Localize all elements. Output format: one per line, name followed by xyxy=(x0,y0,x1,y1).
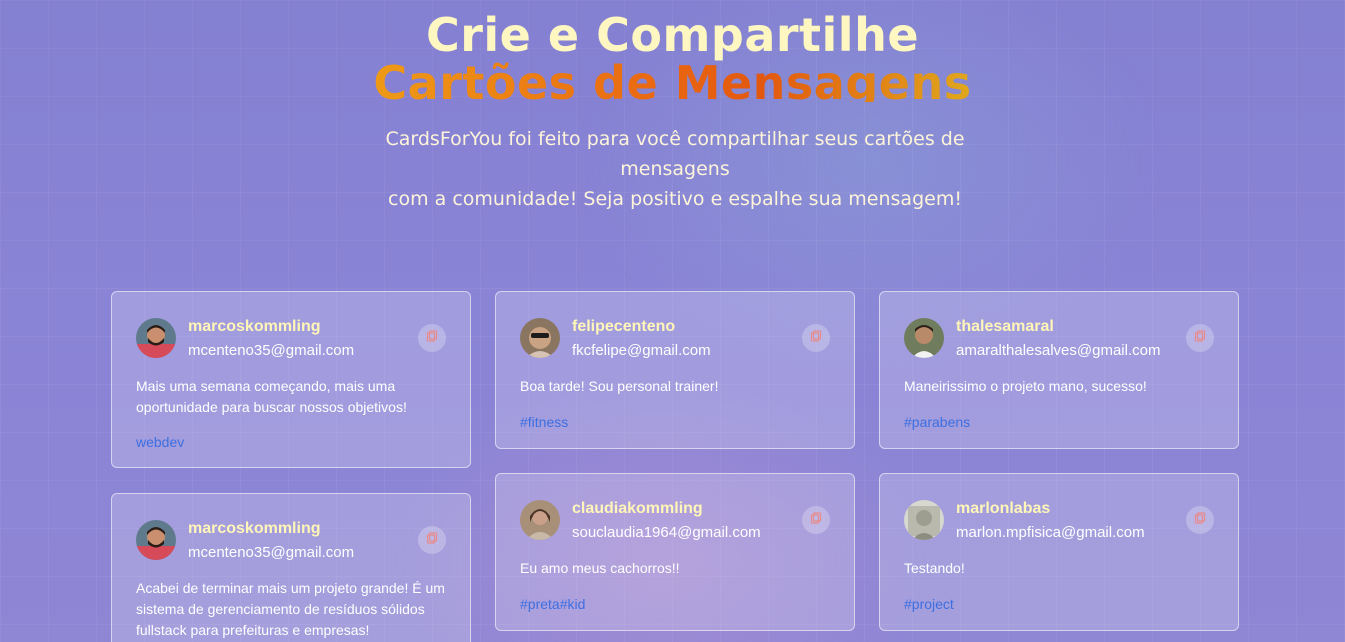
copy-button[interactable] xyxy=(1186,506,1214,534)
avatar xyxy=(520,318,560,358)
card-username[interactable]: marlonlabas xyxy=(956,500,1050,518)
card-message: Acabei de terminar mais um projeto grand… xyxy=(136,580,445,638)
card-email: marlon.mpfisica@gmail.com xyxy=(956,524,1145,541)
card-message: Testando! xyxy=(904,560,965,576)
avatar xyxy=(904,318,944,358)
avatar xyxy=(136,318,176,358)
message-card: marcoskommling mcenteno35@gmail.com Acab… xyxy=(111,493,471,642)
card-tags[interactable]: #fitness xyxy=(520,414,568,430)
copy-icon xyxy=(426,531,438,549)
copy-button[interactable] xyxy=(802,506,830,534)
avatar xyxy=(520,500,560,540)
message-card: marcoskommling mcenteno35@gmail.com Mais… xyxy=(111,291,471,468)
card-tags[interactable]: #parabens xyxy=(904,414,970,430)
copy-button[interactable] xyxy=(418,526,446,554)
copy-icon xyxy=(1194,329,1206,347)
card-username[interactable]: felipecenteno xyxy=(572,318,675,336)
card-email: fkcfelipe@gmail.com xyxy=(572,342,711,359)
message-card: claudiakommling souclaudia1964@gmail.com… xyxy=(495,473,855,631)
copy-icon xyxy=(810,511,822,529)
card-username[interactable]: claudiakommling xyxy=(572,500,703,518)
message-card: marlonlabas marlon.mpfisica@gmail.com Te… xyxy=(879,473,1239,631)
card-username[interactable]: thalesamaral xyxy=(956,318,1054,336)
page-title-highlight-text: Cartões de Mensagens xyxy=(373,56,971,102)
card-email: mcenteno35@gmail.com xyxy=(188,342,355,359)
message-card: thalesamaral amaralthalesalves@gmail.com… xyxy=(879,291,1239,449)
copy-icon xyxy=(1194,511,1206,529)
avatar xyxy=(136,520,176,560)
avatar xyxy=(904,500,944,540)
copy-button[interactable] xyxy=(1186,324,1214,352)
page-title-highlight: Cartões de Mensagens xyxy=(0,56,1345,102)
copy-icon xyxy=(810,329,822,347)
card-email: mcenteno35@gmail.com xyxy=(188,544,355,561)
card-username[interactable]: marcoskommling xyxy=(188,520,320,538)
card-username[interactable]: marcoskommling xyxy=(188,318,320,336)
card-tags[interactable]: #preta#kid xyxy=(520,596,585,612)
card-tags[interactable]: #project xyxy=(904,596,954,612)
copy-button[interactable] xyxy=(418,324,446,352)
card-message: Maneirissimo o projeto mano, sucesso! xyxy=(904,378,1147,394)
page-subtitle: CardsForYou foi feito para você comparti… xyxy=(345,124,1005,214)
subtitle-line-2: com a comunidade! Seja positivo e espalh… xyxy=(388,188,962,210)
copy-icon xyxy=(426,329,438,347)
card-email: amaralthalesalves@gmail.com xyxy=(956,342,1161,359)
message-card: felipecenteno fkcfelipe@gmail.com Boa ta… xyxy=(495,291,855,449)
card-tags[interactable]: webdev xyxy=(136,434,184,450)
copy-button[interactable] xyxy=(802,324,830,352)
card-message: Boa tarde! Sou personal trainer! xyxy=(520,378,719,394)
card-email: souclaudia1964@gmail.com xyxy=(572,524,761,541)
card-message: Eu amo meus cachorros!! xyxy=(520,560,680,576)
page-title: Crie e Compartilhe xyxy=(425,8,920,62)
subtitle-line-1: CardsForYou foi feito para você comparti… xyxy=(385,128,965,180)
card-message: Mais uma semana começando, mais uma opor… xyxy=(136,378,407,415)
